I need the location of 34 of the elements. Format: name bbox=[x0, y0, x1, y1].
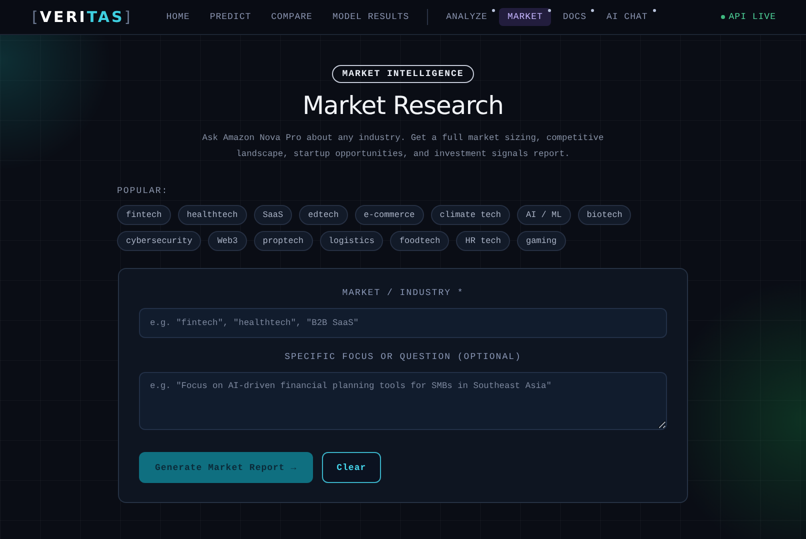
api-status: API LIVE bbox=[728, 12, 776, 22]
nav-link[interactable]: AI CHAT bbox=[598, 8, 656, 26]
industry-chip[interactable]: e-commerce bbox=[354, 205, 424, 225]
industry-chip[interactable]: healthtech bbox=[178, 205, 247, 225]
industry-input[interactable]: e.g. "fintech", "healthtech", "B2B SaaS" bbox=[139, 308, 667, 338]
nav-link[interactable]: PREDICT bbox=[202, 8, 260, 26]
industry-label: MARKET / INDUSTRY * bbox=[341, 288, 465, 298]
industry-chip[interactable]: cybersecurity bbox=[117, 231, 202, 251]
industry-chip[interactable]: edtech bbox=[299, 205, 348, 225]
industry-chip[interactable]: proptech bbox=[254, 231, 313, 251]
clear-button[interactable]: Clear bbox=[322, 452, 382, 483]
logo: [VERI TAS] bbox=[32, 8, 132, 26]
industry-chip[interactable]: biotech bbox=[578, 205, 632, 225]
industry-chip[interactable]: HR tech bbox=[456, 231, 510, 251]
popular-label: POPULAR: bbox=[117, 186, 170, 196]
nav-link[interactable]: MODEL RESULTS bbox=[324, 8, 418, 26]
nav-link[interactable]: MARKET bbox=[499, 8, 551, 26]
industry-chip[interactable]: SaaS bbox=[254, 205, 292, 225]
nav-link[interactable]: DOCS bbox=[554, 8, 594, 26]
focus-textarea[interactable]: e.g. "Focus on AI-driven financial planning tools for SMBs in Southeast Asia" bbox=[139, 372, 667, 430]
industry-chip[interactable]: Web3 bbox=[208, 231, 247, 251]
industry-chip[interactable]: climate tech bbox=[430, 205, 510, 225]
industry-chip[interactable]: AI / ML bbox=[516, 205, 571, 225]
nav-link[interactable]: COMPARE bbox=[263, 8, 320, 26]
industry-chip[interactable]: gaming bbox=[516, 231, 566, 251]
section-badge: MARKET INTELLIGENCE bbox=[332, 65, 474, 83]
nav-link[interactable]: ANALYZE bbox=[438, 8, 496, 26]
focus-label: SPECIFIC FOCUS OR QUESTION (OPTIONAL) bbox=[284, 352, 522, 362]
page-title: Market Research bbox=[302, 91, 504, 120]
industry-chip[interactable]: logistics bbox=[320, 231, 384, 251]
page-description: Ask Amazon Nova Pro about any industry. Get a full market sizing, competitive landscape, startup opportunities, and investment signals report. bbox=[201, 132, 605, 161]
industry-chip[interactable]: foodtech bbox=[390, 231, 450, 251]
industry-chip[interactable]: fintech bbox=[117, 205, 171, 225]
nav-link[interactable]: HOME bbox=[158, 8, 198, 26]
